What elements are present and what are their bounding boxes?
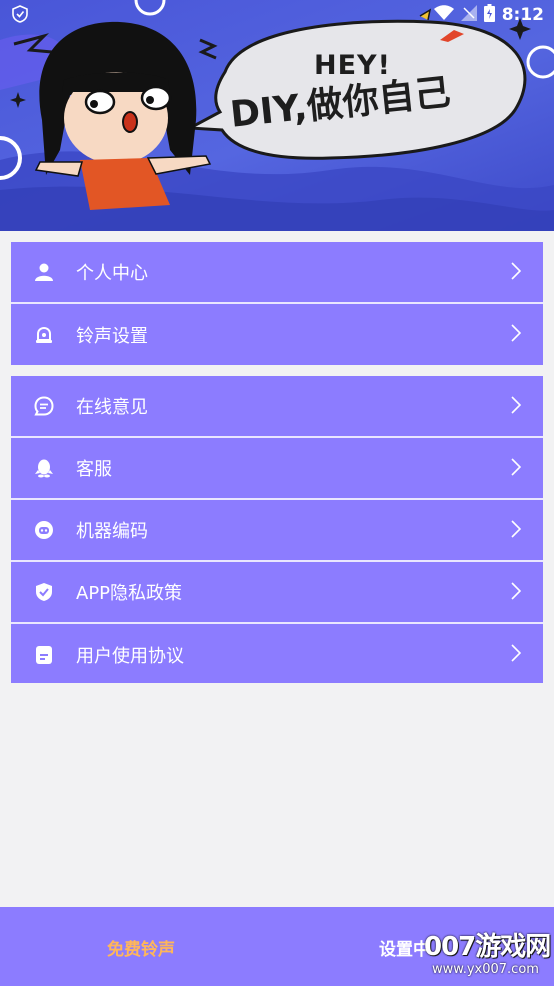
shield-check-icon bbox=[33, 581, 55, 603]
watermark-url: www.yx007.com bbox=[432, 962, 539, 977]
chevron-right-icon bbox=[511, 262, 522, 284]
menu-item-label: 客服 bbox=[76, 459, 112, 480]
menu-group-account: 个人中心 铃声设置 bbox=[11, 242, 543, 365]
header-banner: 8:12 HEY! DIY,做你自己 bbox=[0, 0, 554, 231]
menu-item-label: 机器编码 bbox=[76, 521, 148, 542]
menu-item-label: 用户使用协议 bbox=[76, 645, 184, 667]
chevron-right-icon bbox=[511, 644, 522, 666]
status-time: 8:12 bbox=[501, 5, 544, 25]
menu-item-label: 在线意见 bbox=[76, 397, 148, 418]
chevron-right-icon bbox=[511, 324, 522, 346]
battery-icon bbox=[483, 4, 495, 26]
menu-item-online-feedback[interactable]: 在线意见 bbox=[11, 376, 543, 438]
wifi-icon bbox=[433, 5, 454, 25]
menu-item-personal-center[interactable]: 个人中心 bbox=[11, 242, 543, 304]
bell-icon bbox=[33, 324, 55, 346]
menu-item-ringtone-settings[interactable]: 铃声设置 bbox=[11, 304, 543, 365]
chevron-right-icon bbox=[511, 396, 522, 418]
menu-item-label: APP隐私政策 bbox=[76, 583, 183, 604]
chevron-right-icon bbox=[511, 458, 522, 480]
menu-group-support: 在线意见 客服 机器编码 APP隐私政策 用户使用协议 bbox=[11, 376, 543, 683]
document-icon bbox=[33, 644, 55, 666]
menu-item-user-agreement[interactable]: 用户使用协议 bbox=[11, 624, 543, 685]
menu-item-label: 个人中心 bbox=[76, 263, 148, 284]
penguin-icon bbox=[33, 457, 55, 479]
tab-settings-center[interactable]: 设置中 bbox=[379, 935, 430, 960]
robot-icon bbox=[33, 519, 55, 541]
chevron-right-icon bbox=[511, 520, 522, 542]
menu-item-privacy-policy[interactable]: APP隐私政策 bbox=[11, 562, 543, 624]
menu-item-customer-service[interactable]: 客服 bbox=[11, 438, 543, 500]
chevron-right-icon bbox=[511, 582, 522, 604]
menu-item-label: 铃声设置 bbox=[76, 325, 148, 347]
status-bar: 8:12 bbox=[0, 0, 554, 30]
watermark-logo: 007游戏网 bbox=[424, 932, 551, 962]
menu-item-machine-code[interactable]: 机器编码 bbox=[11, 500, 543, 562]
shield-status-icon bbox=[11, 5, 29, 27]
cellular-signal-icon bbox=[460, 5, 477, 25]
user-icon bbox=[33, 261, 55, 283]
chat-icon bbox=[33, 395, 55, 417]
tab-free-ringtones[interactable]: 免费铃声 bbox=[107, 935, 175, 960]
